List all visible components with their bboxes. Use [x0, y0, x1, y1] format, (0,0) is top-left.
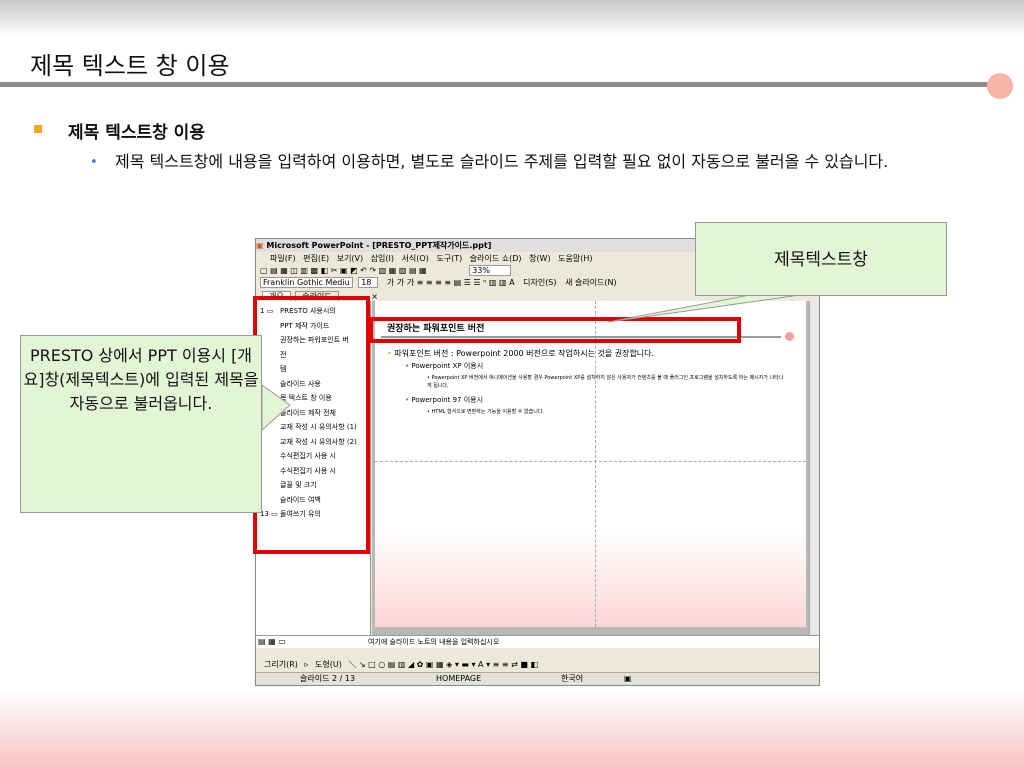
menu-item-view[interactable]: 보기(V): [337, 254, 363, 263]
status-design: HOMEPAGE: [436, 674, 482, 683]
vertical-scrollbar[interactable]: [809, 301, 819, 641]
title-rule: [0, 82, 990, 87]
autoshape-menu[interactable]: 도형(U): [315, 660, 342, 669]
font-name-box[interactable]: Franklin Gothic Mediu: [260, 277, 353, 288]
dot-bullet-icon: •: [90, 155, 98, 170]
menu-item-tools[interactable]: 도구(T): [436, 254, 462, 263]
spellcheck-icon: ▣: [624, 674, 632, 683]
toolbar-icons[interactable]: ▢ ▤ ▦ ◫ ▥ ▩ ◧ ✂ ▣ ◩ ↶ ↷ ▧ ▦ ▨ ▤ ▦: [260, 266, 429, 275]
status-bar: 슬라이드 2 / 13 HOMEPAGE 한국어 ▣: [256, 672, 819, 685]
menu-item-file[interactable]: 파일(F): [270, 254, 296, 263]
draw-icons[interactable]: ＼ ↘ □ ○ ▤ ▥ ◢ ✿ ▣ ▦ ◈ ▾ ▬ ▾ A ▾ ≡ ≡ ⇄ ■ …: [348, 660, 538, 669]
menu-item-edit[interactable]: 편집(E): [303, 254, 329, 263]
slide-editing-area: 권장하는 파워포인트 버전 • 파워포인트 버전 : Powerpoint 20…: [372, 301, 809, 641]
inner-bullet-1: • 파워포인트 버전 : Powerpoint 2000 버전으로 작업하시는 …: [387, 349, 655, 358]
inner-bullet-4: • Powerpoint 97 이용시: [405, 396, 484, 404]
inner-slide[interactable]: 권장하는 파워포인트 버전 • 파워포인트 버전 : Powerpoint 20…: [375, 301, 806, 627]
new-slide-button[interactable]: 새 슬라이드(N): [565, 278, 617, 287]
drawing-toolbar: 그리기(R) ▹ 도형(U) ＼ ↘ □ ○ ▤ ▥ ◢ ✿ ▣ ▦ ◈ ▾ ▬…: [256, 659, 819, 671]
app-icon: ▣: [256, 241, 264, 250]
inner-title-dot: [785, 332, 794, 341]
notes-placeholder: 여기에 슬라이드 노트의 내용을 입력하십시오: [368, 638, 500, 646]
callout-presto-note: PRESTO 상에서 PPT 이용시 [개요]창(제목텍스트)에 입력된 제목을…: [20, 335, 262, 513]
menu-item-help[interactable]: 도움말(H): [558, 254, 592, 263]
view-buttons[interactable]: ▤ ▦ ▭: [258, 637, 286, 646]
menu-item-insert[interactable]: 삽입(I): [371, 254, 394, 263]
design-button[interactable]: 디자인(S): [523, 278, 556, 287]
inner-bullet-5: • HTML 형식으로 변환하는 기능을 이용할 수 없습니다.: [427, 409, 544, 415]
square-bullet-icon: [34, 125, 42, 133]
title-dot-ornament: [987, 73, 1013, 99]
slide-title: 제목 텍스트 창 이용: [30, 52, 230, 80]
bottom-gradient-band: [0, 690, 1024, 768]
menu-item-format[interactable]: 서식(O): [402, 254, 429, 263]
title-highlight-box: [369, 317, 741, 343]
inner-bullet-2: • Powerpoint XP 이용시: [405, 362, 484, 370]
close-icon[interactable]: ×: [371, 292, 378, 301]
top-gradient-band: [0, 0, 1024, 36]
horizontal-guide: [375, 461, 806, 462]
menu-item-slideshow[interactable]: 슬라이드 쇼(D): [470, 254, 522, 263]
bullet-body: 제목 텍스트창에 내용을 입력하여 이용하면, 별도로 슬라이드 주제를 입력할…: [115, 152, 889, 171]
notes-pane[interactable]: ▤ ▦ ▭ 여기에 슬라이드 노트의 내용을 입력하십시오: [256, 635, 819, 648]
outline-highlight-box: [253, 296, 370, 554]
format-icons[interactable]: 가 가 가 ≡ ≡ ≡ ≡ ▤ ☰ ☰ ⁿ ▥ ▥ A: [387, 278, 517, 287]
inner-bullet-3: • Powerpoint XP 버전에서 애니메이션을 사용할 경우 Power…: [427, 375, 784, 389]
status-slide-count: 슬라이드 2 / 13: [300, 674, 356, 683]
menu-item-window[interactable]: 창(W): [529, 254, 551, 263]
font-size-box[interactable]: 18: [358, 277, 379, 288]
draw-menu[interactable]: 그리기(R): [264, 660, 298, 669]
zoom-box[interactable]: 33%: [469, 265, 511, 276]
status-language: 한국어: [561, 674, 584, 683]
bullet-heading: 제목 텍스트창 이용: [68, 123, 205, 143]
cursor-icon[interactable]: ▹: [304, 660, 308, 669]
window-title: Microsoft PowerPoint - [PRESTO_PPT제작가이드.…: [266, 241, 492, 250]
callout-title-pane: 제목텍스트창: [695, 222, 947, 296]
